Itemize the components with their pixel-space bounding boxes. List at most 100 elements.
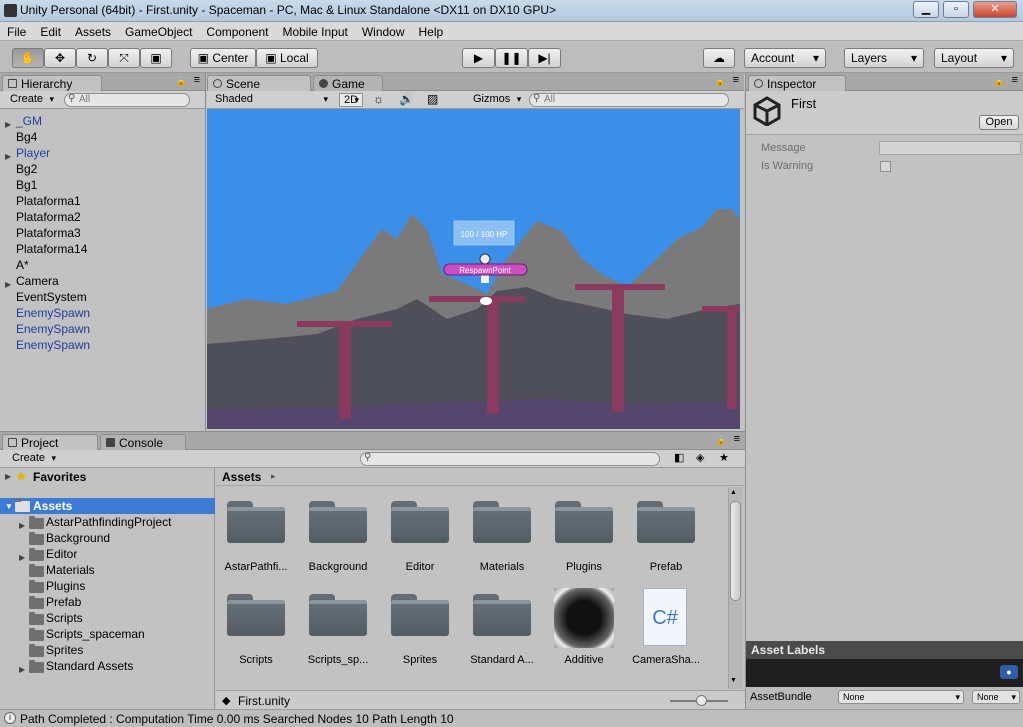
asset-grid-scrollbar[interactable]: ▲ ▼ [728,487,742,689]
message-field[interactable] [879,141,1021,155]
2d-mode-toggle[interactable]: 2D [339,93,364,107]
project-search-input[interactable] [360,452,660,466]
tab-scene[interactable]: Scene [207,75,311,91]
favorite-star-icon[interactable]: ★ [719,451,729,464]
step-button[interactable]: ▶| [528,48,561,68]
audio-toggle-icon[interactable]: 🔊 [399,92,414,106]
scale-tool-button[interactable]: ⤧ [108,48,140,68]
hierarchy-item[interactable]: Bg1 [0,177,206,193]
asset-grid-item[interactable]: Standard A... [462,580,542,670]
assets-folder-item[interactable]: Prefab [0,594,215,610]
hierarchy-item[interactable]: Bg2 [0,161,206,177]
close-window-button[interactable]: ✕ [973,1,1017,18]
collapse-arrow-icon[interactable]: ▼ [5,502,13,511]
hierarchy-item[interactable]: Bg4 [0,129,206,145]
menu-help[interactable]: Help [412,22,451,39]
assets-root-row[interactable]: ▼ Assets [0,498,215,514]
tab-hierarchy[interactable]: Hierarchy [2,75,102,91]
tab-console[interactable]: Console [100,434,186,450]
lock-icon[interactable]: 🔒 [715,76,726,87]
assets-folder-item[interactable]: ▶ AstarPathfindingProject [0,514,215,530]
breadcrumb-assets[interactable]: Assets [222,470,261,484]
scroll-up-icon[interactable]: ▲ [730,489,737,496]
hierarchy-create-dropdown[interactable]: Create [6,93,57,107]
asset-grid-item[interactable]: Prefab [626,487,706,577]
hierarchy-item[interactable]: ▶ _GM [0,113,206,129]
assets-folder-item[interactable]: Plugins [0,578,215,594]
pivot-local-toggle[interactable]: ▣ Local [256,48,318,68]
panel-menu-icon[interactable]: ≡ [734,433,740,445]
menu-edit[interactable]: Edit [33,22,68,39]
menu-mobile-input[interactable]: Mobile Input [275,22,354,39]
assets-folder-item[interactable]: Sprites [0,642,215,658]
hierarchy-item[interactable]: Plataforma1 [0,193,206,209]
expand-arrow-icon[interactable]: ▶ [5,472,11,481]
minimize-button[interactable]: ▁ [913,1,939,18]
tab-project[interactable]: Project [2,434,98,450]
asset-grid-item[interactable]: C# CameraSha... [626,580,706,670]
assets-folder-item[interactable]: ▶ Standard Assets [0,658,215,674]
assets-folder-item[interactable]: Scripts [0,610,215,626]
icon-size-slider-thumb[interactable] [696,695,707,706]
asset-grid-item[interactable]: Sprites [380,580,460,670]
gizmos-dropdown[interactable]: Gizmos [469,93,524,107]
assets-folder-item[interactable]: ▶ Editor [0,546,215,562]
scroll-down-icon[interactable]: ▼ [730,677,737,684]
asset-grid-item[interactable]: Editor [380,487,460,577]
expand-arrow-icon[interactable]: ▶ [19,662,25,678]
lock-icon[interactable]: 🔒 [716,435,727,446]
panel-menu-icon[interactable]: ≡ [733,74,739,86]
asset-grid-item[interactable]: Materials [462,487,542,577]
panel-menu-icon[interactable]: ≡ [194,74,200,86]
scene-viewport[interactable]: 100 / 100 HP RespawnPoint [207,109,740,429]
account-dropdown[interactable]: Account ▾ [744,48,826,68]
hierarchy-item[interactable]: EnemySpawn [0,305,206,321]
tab-game[interactable]: Game [313,75,383,91]
lock-icon[interactable]: 🔒 [994,76,1005,87]
hierarchy-item[interactable]: Plataforma14 [0,241,206,257]
asset-grid-item[interactable]: AstarPathfi... [216,487,296,577]
asset-grid-item[interactable]: Plugins [544,487,624,577]
lighting-toggle-icon[interactable]: ☼ [373,92,384,106]
open-button[interactable]: Open [979,115,1019,130]
hierarchy-item[interactable]: Plataforma3 [0,225,206,241]
layout-dropdown[interactable]: Layout ▾ [934,48,1014,68]
lock-icon[interactable]: 🔒 [176,76,187,87]
label-tag-icon[interactable]: ● [1000,665,1018,679]
cloud-services-button[interactable]: ☁ [703,48,735,68]
hand-tool-button[interactable]: ✋ [12,48,44,68]
favorites-label[interactable]: Favorites [33,470,86,484]
status-message[interactable]: Path Completed : Computation Time 0.00 m… [20,712,454,726]
hierarchy-item[interactable]: Plataforma2 [0,209,206,225]
pivot-center-toggle[interactable]: ▣ Center [190,48,256,68]
search-by-type-icon[interactable]: ◧ [674,451,684,464]
menu-component[interactable]: Component [199,22,275,39]
assets-folder-item[interactable]: Background [0,530,215,546]
menu-assets[interactable]: Assets [68,22,118,39]
shading-mode-dropdown[interactable]: Shaded [211,93,331,107]
hierarchy-item[interactable]: A* [0,257,206,273]
rotate-tool-button[interactable]: ↻ [76,48,108,68]
layers-dropdown[interactable]: Layers ▾ [844,48,924,68]
hierarchy-search-input[interactable]: All [64,93,190,107]
assets-folder-item[interactable]: Scripts_spaceman [0,626,215,642]
menu-gameobject[interactable]: GameObject [118,22,199,39]
assets-folder-item[interactable]: Materials [0,562,215,578]
play-button[interactable]: ▶ [462,48,495,68]
scroll-thumb[interactable] [730,501,741,601]
hierarchy-item[interactable]: EnemySpawn [0,321,206,337]
is-warning-checkbox[interactable] [880,161,891,172]
hierarchy-item[interactable]: ▶ Camera [0,273,206,289]
effects-toggle-icon[interactable]: ▨ [427,92,438,106]
search-by-label-icon[interactable]: ◈ [696,451,704,464]
hierarchy-item[interactable]: EventSystem [0,289,206,305]
menu-window[interactable]: Window [355,22,412,39]
scene-search-input[interactable]: All [529,93,729,107]
asset-grid-item[interactable]: Scripts [216,580,296,670]
move-tool-button[interactable]: ✥ [44,48,76,68]
hierarchy-item[interactable]: ▶ Player [0,145,206,161]
menu-file[interactable]: File [0,22,33,39]
asset-grid-item[interactable]: Scripts_sp... [298,580,378,670]
asset-bundle-variant-dropdown[interactable]: None [972,690,1020,704]
rect-tool-button[interactable]: ▣ [140,48,172,68]
